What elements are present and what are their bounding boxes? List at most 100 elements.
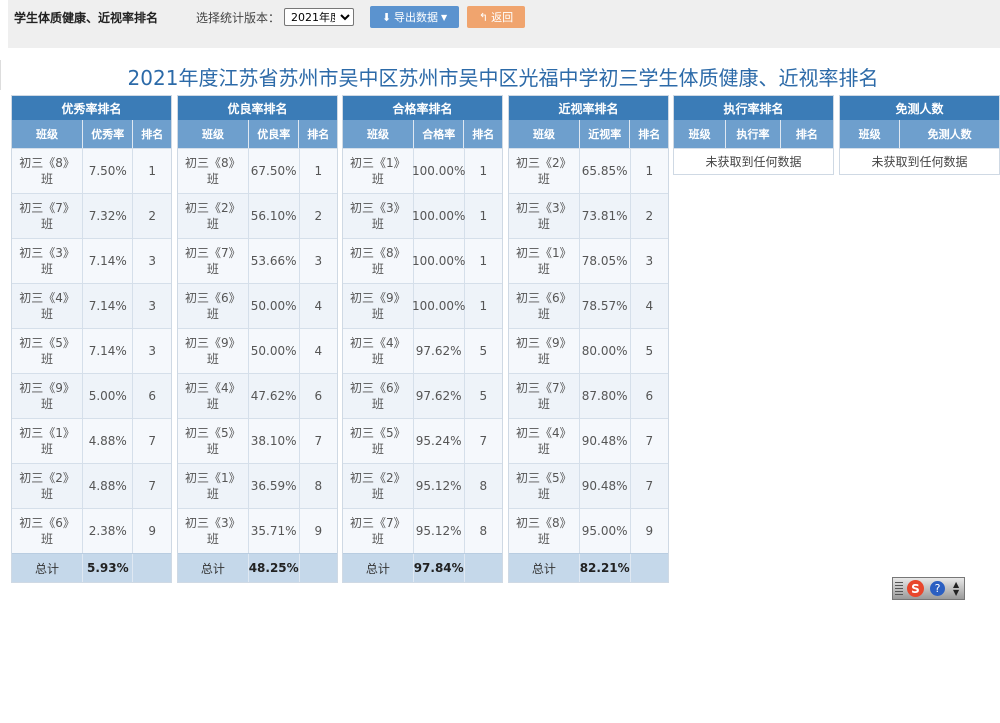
exec-rate-table-header: 班级 执行率 排名	[674, 120, 833, 148]
col-rank: 排名	[141, 128, 164, 141]
rate-cell: 67.50%	[249, 149, 300, 193]
rank-cell: 7	[645, 479, 654, 493]
col-rate: 合格率	[414, 120, 465, 148]
table-row: 初三《3》班 7.14% 3	[12, 238, 171, 283]
class-cell: 初三《4》班	[12, 284, 84, 328]
sogou-s-icon[interactable]: S	[907, 580, 924, 597]
rate-cell: 78.05%	[580, 239, 631, 283]
rank-cell: 3	[148, 344, 157, 358]
rate-cell: 56.10%	[249, 194, 300, 238]
rank-cell: 2	[645, 209, 654, 223]
app-title: 学生体质健康、近视率排名	[14, 10, 159, 25]
table-row: 初三《5》班 90.48% 7	[509, 463, 668, 508]
pass-rate-table-header: 班级 合格率 排名	[343, 120, 502, 148]
version-label: 选择统计版本：	[196, 10, 281, 25]
table-row: 初三《9》班 100.00% 1	[343, 283, 502, 328]
col-class: 班级	[674, 120, 727, 148]
back-button[interactable]: ↰ 返回	[467, 6, 526, 28]
total-label: 总计	[178, 554, 249, 582]
class-cell: 初三《7》班	[178, 239, 249, 283]
myopia-rate-table-title: 近视率排名	[509, 96, 668, 120]
table-row: 初三《7》班 87.80% 6	[509, 373, 668, 418]
class-cell: 初三《8》班	[12, 149, 84, 193]
exec-rate-empty-message: 未获取到任何数据	[674, 148, 833, 174]
rate-cell: 97.62%	[414, 329, 465, 373]
rate-cell: 100.00%	[412, 149, 465, 193]
rate-cell: 53.66%	[249, 239, 300, 283]
excellent-rate-table-title: 优秀率排名	[12, 96, 171, 120]
version-select[interactable]: 2021年度	[284, 8, 355, 26]
rank-cell: 7	[314, 434, 323, 448]
class-cell: 初三《6》班	[12, 509, 84, 553]
rate-cell: 47.62%	[249, 374, 300, 418]
rank-cell: 9	[314, 524, 323, 538]
class-cell: 初三《2》班	[343, 464, 414, 508]
rank-cell: 1	[479, 254, 488, 268]
help-icon[interactable]: ?	[930, 581, 945, 596]
table-row: 初三《1》班 78.05% 3	[509, 238, 668, 283]
total-rank-empty	[133, 554, 171, 582]
class-cell: 初三《5》班	[343, 419, 414, 463]
rank-cell: 6	[314, 389, 323, 403]
table-row: 初三《3》班 35.71% 9	[178, 508, 337, 553]
table-row: 初三《6》班 97.62% 5	[343, 373, 502, 418]
rank-cell: 3	[314, 254, 323, 268]
total-label: 总计	[509, 554, 580, 582]
class-cell: 初三《5》班	[12, 329, 84, 373]
table-row: 初三《8》班 100.00% 1	[343, 238, 502, 283]
rank-cell: 5	[645, 344, 654, 358]
good-rate-table: 优良率排名 班级 优良率 排名 初三《8》班 67.50% 1 初三《2》班 5…	[177, 95, 338, 583]
rate-cell: 35.71%	[249, 509, 300, 553]
class-cell: 初三《4》班	[178, 374, 249, 418]
total-row: 总计 48.25%	[178, 553, 337, 582]
rate-cell: 90.48%	[580, 464, 631, 508]
col-rate: 优秀率	[83, 120, 134, 148]
exempt-count-empty-message: 未获取到任何数据	[840, 148, 999, 174]
class-cell: 初三《2》班	[12, 464, 84, 508]
rank-cell: 1	[148, 164, 157, 178]
exec-rate-table-title: 执行率排名	[674, 96, 833, 120]
ime-toolbar[interactable]: S ? ▲ ▼	[892, 577, 965, 600]
good-rate-table-header: 班级 优良率 排名	[178, 120, 337, 148]
export-data-button[interactable]: ⬇ 导出数据 ▼	[370, 6, 460, 28]
class-cell: 初三《9》班	[12, 374, 84, 418]
page-title: 2021年度江苏省苏州市吴中区苏州市吴中区光福中学初三学生体质健康、近视率排名	[127, 66, 879, 90]
total-label: 总计	[343, 554, 414, 582]
rank-cell: 1	[314, 164, 323, 178]
good-rate-table-title: 优良率排名	[178, 96, 337, 120]
rate-cell: 7.14%	[83, 284, 134, 328]
rank-cell: 4	[645, 299, 654, 313]
class-cell: 初三《7》班	[343, 509, 414, 553]
table-row: 初三《2》班 65.85% 1	[509, 148, 668, 193]
rank-cell: 2	[148, 209, 157, 223]
drag-grip-icon[interactable]	[895, 581, 903, 596]
rank-cell: 7	[148, 479, 157, 493]
table-row: 初三《6》班 50.00% 4	[178, 283, 337, 328]
exempt-count-table: 免测人数 班级 免测人数 未获取到任何数据	[839, 95, 1000, 175]
class-cell: 初三《5》班	[509, 464, 580, 508]
total-value: 97.84%	[414, 554, 465, 582]
rank-cell: 4	[314, 344, 323, 358]
class-cell: 初三《9》班	[509, 329, 580, 373]
download-icon: ⬇	[381, 10, 392, 24]
rate-cell: 95.00%	[580, 509, 631, 553]
table-row: 初三《2》班 4.88% 7	[12, 463, 171, 508]
rate-cell: 95.12%	[414, 464, 465, 508]
class-cell: 初三《1》班	[12, 419, 84, 463]
rate-cell: 95.24%	[414, 419, 465, 463]
rank-cell: 1	[479, 299, 488, 313]
toolbar: 学生体质健康、近视率排名 选择统计版本： 2021年度 ⬇ 导出数据 ▼ ↰ 返…	[8, 0, 1000, 48]
rank-cell: 7	[479, 434, 488, 448]
rate-cell: 7.32%	[83, 194, 134, 238]
rate-cell: 100.00%	[412, 194, 465, 238]
ime-arrows-icon[interactable]: ▲ ▼	[953, 580, 959, 597]
table-row: 初三《5》班 7.14% 3	[12, 328, 171, 373]
rate-cell: 38.10%	[249, 419, 300, 463]
rate-cell: 87.80%	[580, 374, 631, 418]
total-value: 48.25%	[249, 554, 300, 582]
myopia-rate-table-header: 班级 近视率 排名	[509, 120, 668, 148]
table-row: 初三《7》班 7.32% 2	[12, 193, 171, 238]
total-rank-empty	[300, 554, 337, 582]
table-row: 初三《8》班 95.00% 9	[509, 508, 668, 553]
rank-cell: 2	[314, 209, 323, 223]
